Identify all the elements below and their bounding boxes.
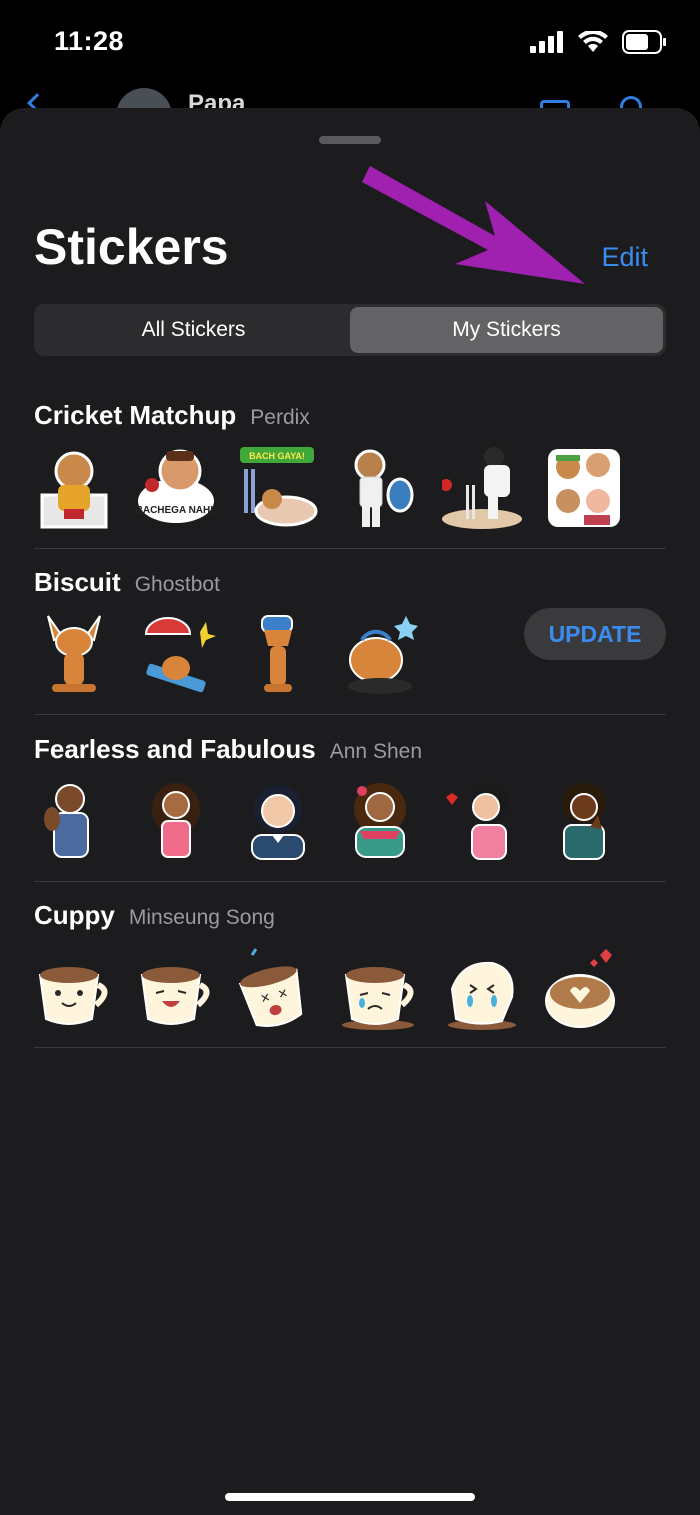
wicket-sticker[interactable] <box>442 445 522 531</box>
sticker-caption: BACH GAYA! <box>249 451 305 461</box>
corgi-telephone-sticker[interactable] <box>238 612 318 698</box>
annotation-arrow-icon <box>362 166 585 284</box>
pack-header: Cuppy Minseung Song <box>34 900 666 931</box>
sticker-row: UPDATE <box>34 608 666 712</box>
status-bar: 11:28 <box>0 0 700 90</box>
bachega-nahi-sticker[interactable]: BACHEGA NAHI! <box>136 445 216 531</box>
cricket-fan-sticker[interactable] <box>34 445 114 531</box>
pack-author: Perdix <box>250 406 310 429</box>
woman-flexing-sticker[interactable] <box>34 779 114 865</box>
edit-button[interactable]: Edit <box>601 242 648 273</box>
sticker-pack-cricket-matchup[interactable]: Cricket Matchup Perdix BACHEGA NAHI! BAC… <box>34 400 666 545</box>
home-indicator[interactable] <box>225 1493 475 1501</box>
pack-name: Cricket Matchup <box>34 400 237 430</box>
sticker-tabs: All Stickers My Stickers <box>34 304 666 356</box>
sticker-caption: BACHEGA NAHI! <box>136 505 216 516</box>
pack-header: Cricket Matchup Perdix <box>34 400 666 431</box>
update-button[interactable]: UPDATE <box>524 608 666 660</box>
sheet-grabber[interactable] <box>319 136 381 144</box>
corgi-dj-sticker[interactable] <box>340 612 420 698</box>
cup-crying-sticker[interactable] <box>442 945 522 1031</box>
cricket-crowd-sticker[interactable] <box>544 445 624 531</box>
cup-latte-heart-sticker[interactable] <box>544 945 624 1031</box>
corgi-beach-sticker[interactable] <box>136 612 216 698</box>
woman-blowing-kiss-sticker[interactable] <box>442 779 522 865</box>
sticker-row: ✕ ✕ <box>34 945 666 1045</box>
pack-author: Minseung Song <box>128 906 275 929</box>
sticker-pack-fearless-and-fabulous[interactable]: Fearless and Fabulous Ann Shen <box>34 734 666 879</box>
woman-praying-sticker[interactable] <box>544 779 624 865</box>
pack-name: Fearless and Fabulous <box>34 734 316 764</box>
signal-icon <box>530 31 563 53</box>
sticker-pack-cuppy[interactable]: Cuppy Minseung Song ✕ ✕ <box>34 900 666 1045</box>
divider <box>34 548 666 549</box>
wifi-icon <box>578 31 608 52</box>
cup-laughing-sticker[interactable] <box>136 945 216 1031</box>
divider <box>34 714 666 715</box>
cup-dizzy-sticker[interactable]: ✕ ✕ <box>238 945 318 1031</box>
battery-icon <box>622 30 666 54</box>
cup-sad-sticker[interactable] <box>340 945 420 1031</box>
pack-header: Fearless and Fabulous Ann Shen <box>34 734 666 765</box>
woman-laughing-sticker[interactable] <box>238 779 318 865</box>
pack-author: Ann Shen <box>329 740 422 763</box>
pack-author: Ghostbot <box>134 573 220 596</box>
sticker-row <box>34 779 666 879</box>
bach-gaya-sticker[interactable]: BACH GAYA! <box>238 445 318 531</box>
pack-header: Biscuit Ghostbot <box>34 567 666 598</box>
pack-name: Cuppy <box>34 900 115 930</box>
page-title: Stickers <box>34 219 229 275</box>
tab-all-stickers[interactable]: All Stickers <box>37 307 350 353</box>
pack-name: Biscuit <box>34 567 121 597</box>
stickers-sheet: Stickers Edit All Stickers My Stickers C… <box>0 108 700 1515</box>
batsman-sticker[interactable] <box>340 445 420 531</box>
corgi-sitting-sticker[interactable] <box>34 612 114 698</box>
status-time: 11:28 <box>54 26 125 56</box>
divider <box>34 881 666 882</box>
woman-hands-hips-sticker[interactable] <box>136 779 216 865</box>
sticker-pack-biscuit[interactable]: Biscuit Ghostbot UPDATE <box>34 567 666 712</box>
status-icons <box>530 30 668 54</box>
divider <box>34 1047 666 1048</box>
tab-my-stickers[interactable]: My Stickers <box>350 307 663 353</box>
woman-hearts-sticker[interactable] <box>340 779 420 865</box>
sticker-row: BACHEGA NAHI! BACH GAYA! <box>34 445 666 545</box>
cup-smiling-sticker[interactable] <box>34 945 114 1031</box>
